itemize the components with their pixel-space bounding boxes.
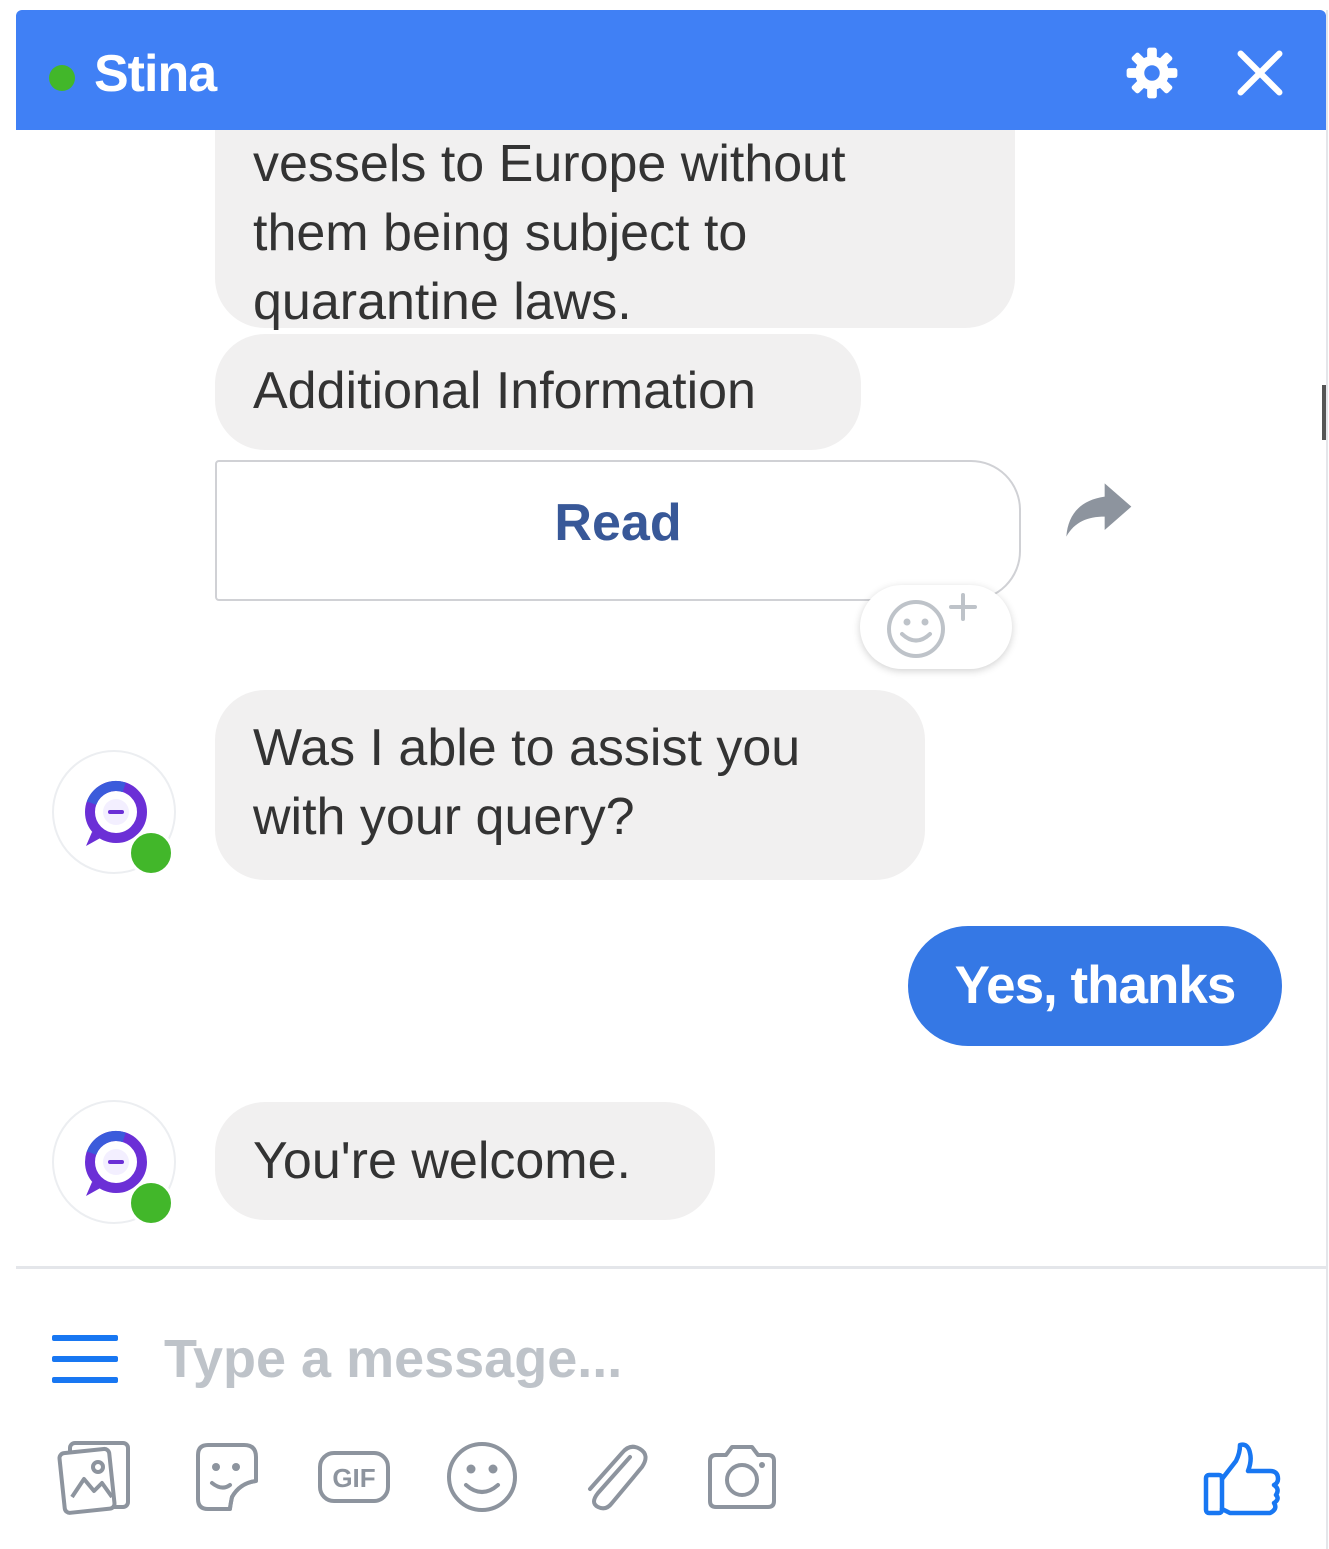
chat-title[interactable]: Stina [94, 44, 217, 104]
user-message: Yes, thanks [908, 926, 1282, 1046]
online-indicator [128, 830, 174, 876]
read-button-label: Read [554, 494, 682, 552]
sticker-icon[interactable] [186, 1437, 266, 1517]
message-line: with your query? [253, 788, 635, 846]
gif-icon[interactable]: GIF [314, 1437, 394, 1517]
menu-icon[interactable] [52, 1333, 118, 1385]
gif-label: GIF [332, 1463, 375, 1493]
photo-icon[interactable] [56, 1437, 136, 1517]
share-icon[interactable] [1058, 470, 1138, 550]
online-indicator [128, 1180, 174, 1226]
chat-header[interactable]: Stina [16, 10, 1326, 130]
composer: GIF [16, 1266, 1326, 1549]
gear-icon[interactable] [1123, 44, 1181, 102]
bot-message: You're welcome. [215, 1102, 715, 1220]
bot-avatar[interactable] [52, 1100, 176, 1226]
message-input[interactable] [164, 1319, 1264, 1399]
chat-window: Stina vessels to Europe without them bei… [16, 10, 1328, 1549]
paperclip-icon[interactable] [572, 1437, 652, 1517]
message-line: quarantine laws. [253, 273, 632, 331]
message-line: Was I able to assist you [253, 719, 801, 777]
presence-dot [49, 65, 75, 91]
bot-message: Was I able to assist you with your query… [215, 690, 925, 880]
close-icon[interactable] [1231, 44, 1289, 102]
bot-message: vessels to Europe without them being sub… [215, 130, 1015, 331]
camera-icon[interactable] [702, 1437, 782, 1517]
bot-avatar[interactable] [52, 750, 176, 876]
thumbs-up-icon[interactable] [1200, 1437, 1284, 1521]
add-reaction-button[interactable] [860, 585, 1012, 669]
message-line: vessels to Europe without [253, 135, 846, 193]
message-line: them being subject to [253, 204, 748, 262]
bot-message: Additional Information [215, 334, 861, 450]
read-button[interactable]: Read [215, 460, 1021, 601]
emoji-icon[interactable] [442, 1437, 522, 1517]
smiley-plus-icon [887, 593, 977, 658]
message-list[interactable]: vessels to Europe without them being sub… [16, 130, 1326, 1266]
